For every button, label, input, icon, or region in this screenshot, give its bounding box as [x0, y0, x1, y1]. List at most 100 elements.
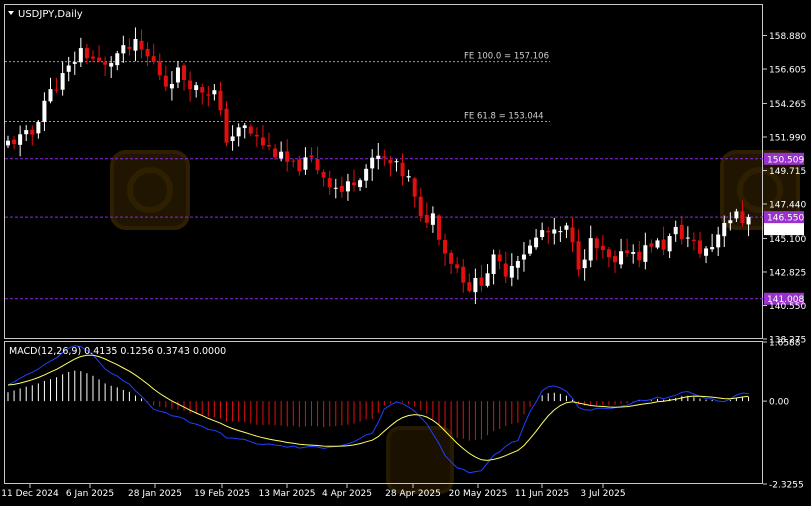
candle	[60, 61, 65, 96]
time-tick-label: 11 Dec 2024	[1, 489, 59, 499]
candle	[564, 222, 569, 239]
macd-tick-label: -2.3255	[769, 481, 804, 491]
candle	[224, 101, 229, 147]
fib-label: FE 61.8 = 153.044	[464, 111, 544, 121]
candle	[175, 61, 180, 89]
candle	[78, 37, 83, 67]
candle	[36, 120, 41, 139]
candle	[260, 125, 265, 149]
candle	[570, 217, 575, 253]
candle	[467, 273, 472, 293]
price-tick-label: 158.880	[769, 32, 806, 42]
candle	[291, 158, 296, 168]
candle	[552, 217, 557, 245]
time-tick-label: 13 Mar 2025	[258, 489, 315, 499]
candle	[540, 222, 545, 241]
candle	[600, 234, 605, 259]
watermark-logo-left	[110, 150, 190, 230]
current-price-label-bg	[764, 223, 804, 236]
macd-tick-label: 1.6588	[769, 339, 801, 349]
candle	[704, 246, 709, 264]
price-tick-label: 142.825	[769, 268, 806, 278]
candle	[157, 53, 162, 81]
candle	[503, 251, 508, 283]
candle	[273, 144, 278, 160]
candle	[267, 132, 272, 151]
time-tick-label: 6 Jan 2025	[66, 489, 114, 499]
candle	[182, 63, 187, 91]
dropdown-triangle-icon[interactable]	[8, 11, 14, 15]
candle	[691, 232, 696, 251]
candle	[109, 56, 114, 78]
candle	[619, 238, 624, 269]
candle	[327, 170, 332, 195]
time-tick-label: 28 Apr 2025	[385, 489, 441, 499]
symbol-title: USDJPY,Daily	[18, 9, 83, 20]
candle	[412, 176, 417, 208]
candle	[631, 244, 636, 264]
candle	[606, 246, 611, 268]
candle	[309, 147, 314, 163]
time-tick-label: 28 Jan 2025	[128, 489, 182, 499]
candle	[115, 50, 120, 71]
candle	[625, 238, 630, 257]
candle	[497, 249, 502, 270]
symbol-header[interactable]: USDJPY,Daily	[8, 9, 83, 20]
trading-chart[interactable]: FE 100.0 = 157.106 FE 61.8 = 153.044 150.…	[0, 0, 811, 502]
price-tick-label: 151.990	[769, 133, 806, 143]
candle	[509, 253, 514, 287]
candle	[364, 164, 369, 188]
price-tick-label: 140.550	[769, 302, 806, 312]
candle	[358, 178, 363, 191]
candle	[534, 229, 539, 250]
candle	[339, 176, 344, 198]
candle	[169, 71, 174, 101]
candle	[661, 226, 666, 256]
candle	[455, 257, 460, 274]
candle	[151, 43, 156, 65]
candle	[515, 255, 520, 280]
candle	[430, 206, 435, 233]
candle	[655, 238, 660, 250]
candle	[121, 35, 126, 63]
macd-tick-label: 0.00	[769, 398, 789, 408]
macd-panel-frame	[4, 341, 763, 484]
candle	[303, 147, 308, 175]
candle	[449, 249, 454, 275]
candle	[90, 50, 95, 63]
macd-label: MACD(12,26,9) 0.4135 0.1256 0.3743 0.000…	[9, 346, 226, 357]
candle	[127, 38, 132, 56]
candle	[248, 123, 253, 136]
candle	[230, 125, 235, 151]
candle	[394, 159, 399, 172]
level-label: 146.550	[767, 214, 804, 224]
price-tick-label: 147.440	[769, 201, 806, 211]
candle	[485, 264, 490, 288]
candle	[103, 56, 108, 76]
candle	[315, 146, 320, 175]
candle	[139, 29, 144, 59]
candle	[697, 231, 702, 258]
candle	[206, 85, 211, 107]
candle	[24, 125, 29, 142]
time-tick-label: 4 Apr 2025	[322, 489, 372, 499]
candle	[279, 141, 284, 162]
candle	[66, 56, 71, 82]
candle	[12, 135, 17, 150]
candle	[576, 229, 581, 277]
candle	[351, 169, 356, 192]
candle	[376, 142, 381, 170]
time-tick-label: 3 Jul 2025	[580, 489, 625, 499]
candle	[588, 225, 593, 268]
candle	[188, 71, 193, 102]
candle	[673, 220, 678, 242]
time-axis: 11 Dec 2024 6 Jan 2025 28 Jan 2025 19 Feb 2…	[1, 484, 626, 499]
candle	[436, 213, 441, 246]
candle	[254, 127, 259, 147]
candle	[6, 135, 10, 149]
candle	[685, 226, 690, 248]
time-tick-label: 20 May 2025	[449, 489, 508, 499]
macd-axis: 1.6588 0.00 -2.3255	[763, 339, 804, 491]
candle	[637, 240, 642, 268]
candle	[400, 153, 405, 186]
